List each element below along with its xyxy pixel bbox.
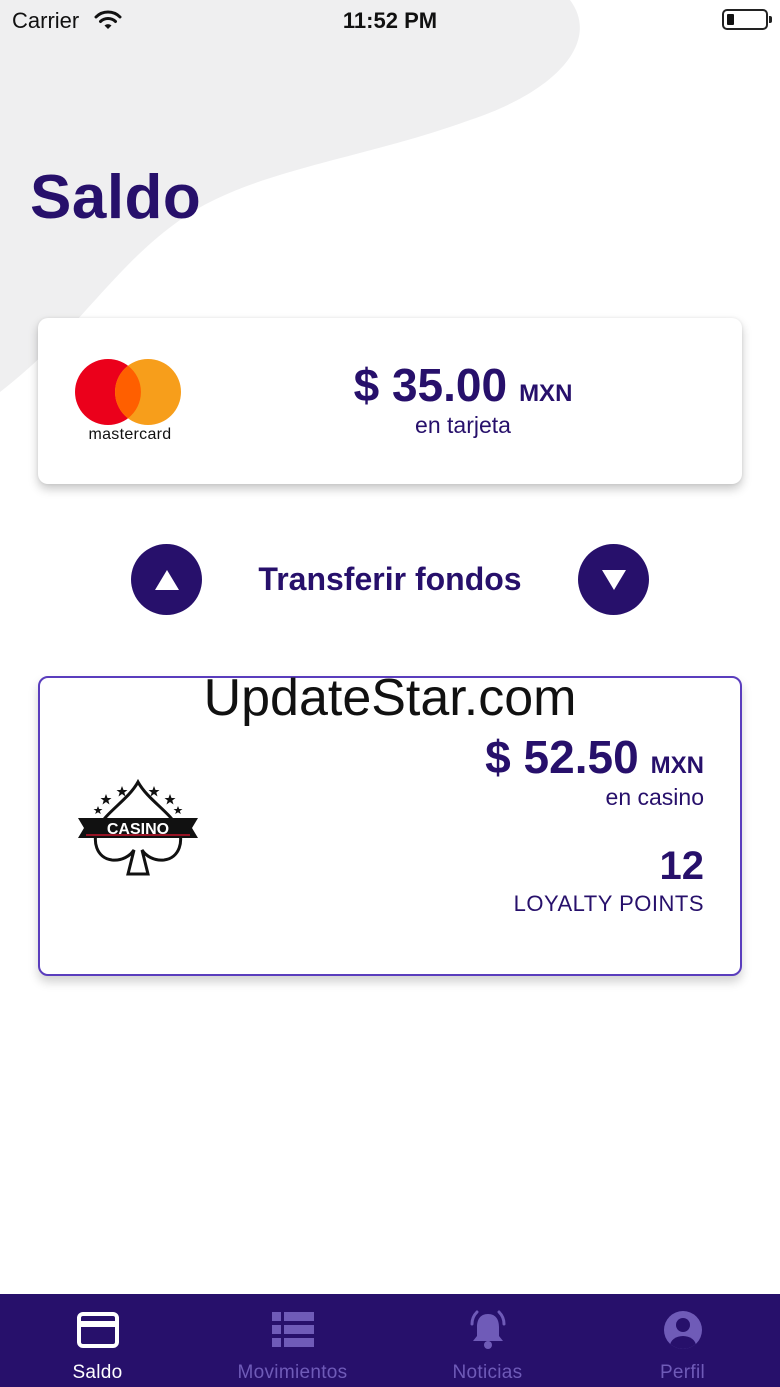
tab-movimientos[interactable]: Movimientos bbox=[195, 1294, 390, 1387]
casino-spade-logo: CASINO bbox=[78, 778, 198, 876]
tab-movimientos-label: Movimientos bbox=[237, 1362, 348, 1383]
mastercard-wordmark: mastercard bbox=[88, 426, 172, 443]
credit-card-icon bbox=[77, 1312, 119, 1348]
bottom-tab-bar: Saldo Movimientos Noticias Perfil bbox=[0, 1294, 780, 1387]
loyalty-points-label: LOYALTY POINTS bbox=[513, 891, 704, 916]
transfer-up-button[interactable] bbox=[131, 544, 202, 615]
user-icon bbox=[664, 1311, 702, 1349]
mastercard-circles-icon bbox=[75, 359, 181, 425]
tab-perfil-label: Perfil bbox=[659, 1362, 706, 1383]
transfer-down-button[interactable] bbox=[578, 544, 649, 615]
card-amount-block: $ 35.00 MXN en tarjeta bbox=[318, 358, 608, 439]
battery-icon bbox=[722, 9, 772, 30]
tab-noticias[interactable]: Noticias bbox=[390, 1294, 585, 1387]
clock: 11:52 PM bbox=[342, 8, 438, 33]
bell-icon bbox=[470, 1310, 506, 1349]
status-bar: Carrier 11:52 PM bbox=[0, 0, 780, 40]
tab-noticias-label: Noticias bbox=[452, 1362, 523, 1383]
transfer-label: Transferir fondos bbox=[258, 561, 522, 597]
page-title: Saldo bbox=[30, 163, 202, 232]
list-icon bbox=[272, 1312, 314, 1347]
card-amount: $ 35.00 bbox=[353, 359, 508, 411]
casino-logo-text: CASINO bbox=[107, 821, 169, 838]
loyalty-points-value: 12 bbox=[659, 844, 705, 888]
casino-amount: $ 52.50 bbox=[485, 731, 639, 783]
card-balance-panel[interactable]: mastercard $ 35.00 MXN en tarjeta bbox=[38, 318, 742, 484]
casino-amount-block: $ 52.50 MXN en casino bbox=[485, 730, 704, 811]
triangle-down-icon bbox=[601, 569, 626, 590]
triangle-up-icon bbox=[154, 569, 179, 590]
mastercard-logo: mastercard bbox=[74, 358, 186, 446]
watermark-text: UpdateStar.com bbox=[203, 669, 577, 727]
tab-saldo-label: Saldo bbox=[72, 1362, 123, 1383]
tab-saldo[interactable]: Saldo bbox=[0, 1294, 195, 1387]
casino-caption: en casino bbox=[605, 784, 704, 810]
card-currency: MXN bbox=[519, 380, 573, 407]
loyalty-points-block: 12 LOYALTY POINTS bbox=[514, 844, 704, 917]
card-caption: en tarjeta bbox=[415, 412, 511, 438]
casino-currency: MXN bbox=[650, 752, 704, 779]
tab-perfil[interactable]: Perfil bbox=[585, 1294, 780, 1387]
transfer-row: Transferir fondos bbox=[0, 544, 780, 616]
